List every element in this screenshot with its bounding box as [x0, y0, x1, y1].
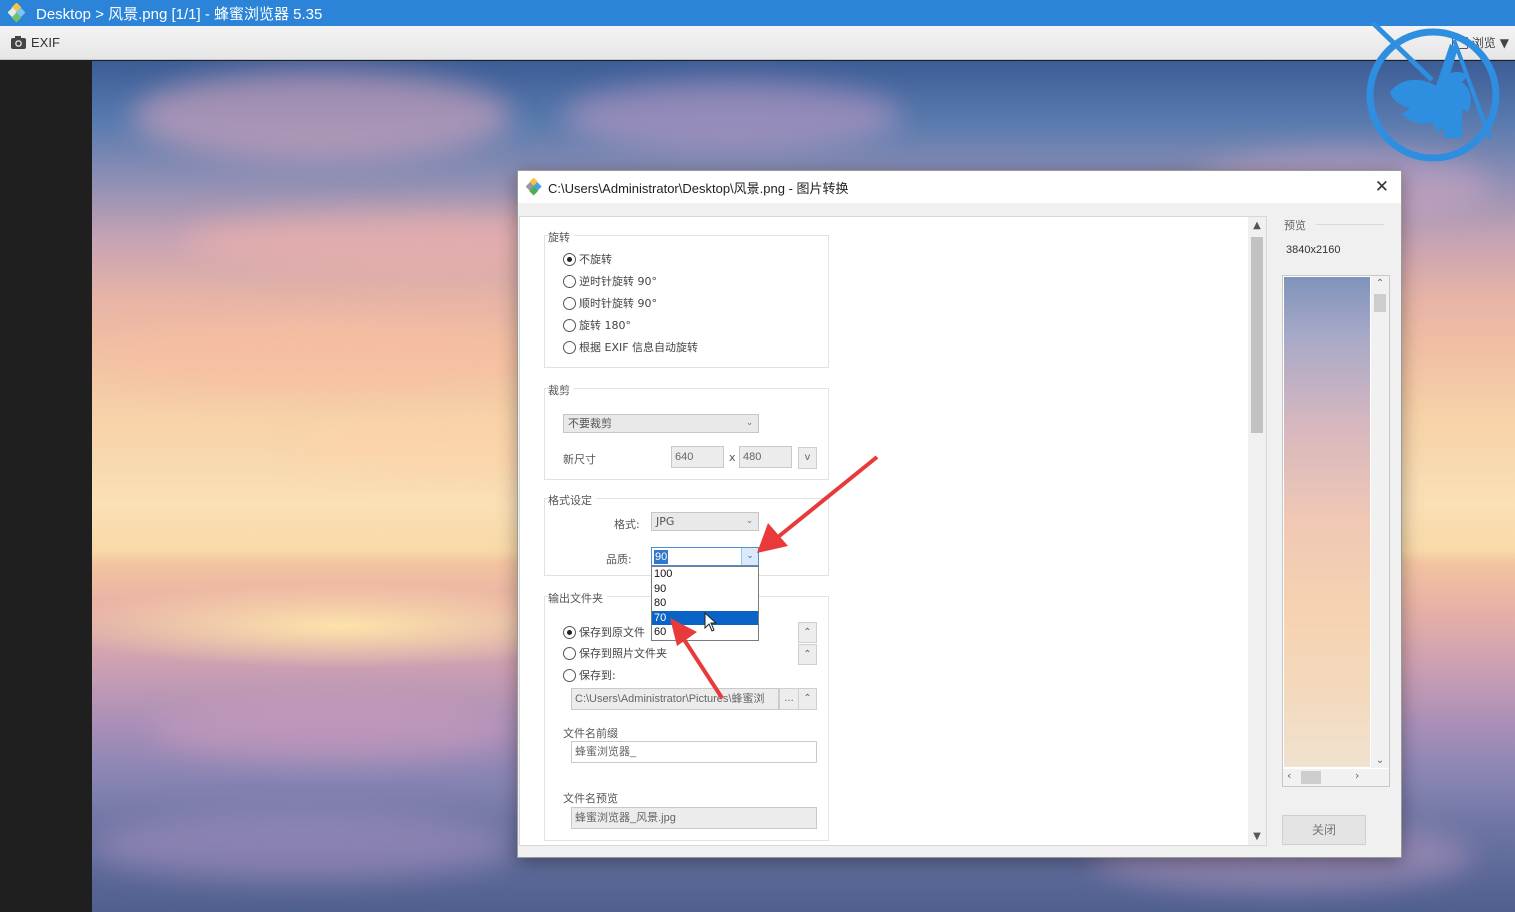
- image-convert-dialog: C:\Users\Administrator\Desktop\风景.png - …: [517, 170, 1402, 858]
- divider: [1316, 224, 1384, 225]
- radio[interactable]: [563, 668, 576, 682]
- format-settings-label: 格式设定: [548, 492, 596, 508]
- quality-option-90[interactable]: 90: [652, 582, 758, 597]
- quality-option-100[interactable]: 100: [652, 567, 758, 582]
- chevron-up-icon[interactable]: ⌃: [798, 644, 817, 665]
- radio[interactable]: [563, 646, 576, 660]
- radio[interactable]: [563, 318, 576, 332]
- chevron-up-icon[interactable]: ⌃: [1371, 278, 1389, 289]
- filename-prefix-label: 文件名前缀: [563, 727, 618, 740]
- chevron-down-icon: ⌄: [745, 516, 754, 526]
- save-to-custom[interactable]: 保存到:: [563, 667, 616, 683]
- chevron-down-icon: ⌄: [745, 418, 754, 428]
- dialog-title: C:\Users\Administrator\Desktop\风景.png - …: [548, 180, 849, 196]
- save-to-original[interactable]: 保存到原文件: [563, 624, 645, 640]
- save-to-photos[interactable]: 保存到照片文件夹: [563, 645, 667, 661]
- close-button[interactable]: 关闭: [1282, 815, 1366, 845]
- preview-image: [1284, 277, 1370, 767]
- app-title-bar: Desktop > 风景.png [1/1] - 蜂蜜浏览器 5.35: [0, 0, 1515, 26]
- rotate-option-180[interactable]: 旋转 180°: [563, 317, 631, 333]
- chevron-down-icon[interactable]: ⌄: [741, 548, 758, 565]
- scrollbar-thumb[interactable]: [1374, 294, 1386, 312]
- output-path-input[interactable]: C:\Users\Administrator\Pictures\蜂蜜浏: [571, 688, 779, 710]
- camera-icon: [11, 36, 26, 49]
- quality-select[interactable]: 90 ⌄: [651, 547, 759, 566]
- exif-label: EXIF: [31, 35, 60, 50]
- mouse-cursor-icon: [704, 612, 718, 632]
- filename-preview-label: 文件名预览: [563, 792, 618, 805]
- radio[interactable]: [563, 274, 576, 288]
- new-size-label: 新尺寸: [563, 453, 596, 466]
- toolbar: EXIF 浏览 ▼: [0, 26, 1515, 60]
- radio-checked[interactable]: [563, 625, 576, 639]
- rotate-label: 旋转: [548, 229, 574, 245]
- crop-height-input[interactable]: 480: [739, 446, 792, 468]
- settings-panel: ▲ ▼ 旋转 不旋转 逆时针旋转 90° 顺时针旋转 90° 旋转 180° 根…: [519, 216, 1267, 846]
- format-select[interactable]: JPG ⌄: [651, 512, 759, 531]
- quality-label: 品质:: [606, 553, 632, 566]
- quality-value: 90: [654, 550, 669, 564]
- chevron-right-icon[interactable]: ›: [1355, 769, 1359, 782]
- scroll-up-icon[interactable]: ▲: [1248, 220, 1266, 231]
- size-separator: x: [729, 451, 736, 464]
- browse-folder-button[interactable]: ...: [779, 688, 799, 710]
- chevron-left-icon[interactable]: ‹: [1287, 769, 1291, 782]
- app-logo-icon: [8, 3, 26, 23]
- scrollbar-thumb[interactable]: [1301, 771, 1321, 784]
- close-icon[interactable]: ✕: [1375, 177, 1389, 197]
- output-folder-label: 输出文件夹: [548, 590, 607, 606]
- preview-hscrollbar[interactable]: ‹ ›: [1283, 769, 1389, 786]
- preview-frame: ⌃ ⌄ ‹ ›: [1282, 275, 1390, 787]
- chevron-down-icon[interactable]: ⌄: [1371, 755, 1389, 766]
- radio-checked[interactable]: [563, 252, 576, 266]
- filename-prefix-input[interactable]: 蜂蜜浏览器_: [571, 741, 817, 763]
- chevron-up-icon[interactable]: ⌃: [798, 622, 817, 643]
- window-title: Desktop > 风景.png [1/1] - 蜂蜜浏览器 5.35: [36, 5, 323, 23]
- preview-label: 预览: [1284, 219, 1306, 232]
- exif-button[interactable]: EXIF: [10, 35, 60, 50]
- filename-preview-field: 蜂蜜浏览器_风景.jpg: [571, 807, 817, 829]
- left-panel: [0, 61, 92, 912]
- radio[interactable]: [563, 296, 576, 310]
- crop-label: 裁剪: [548, 382, 574, 398]
- crop-width-input[interactable]: 640: [671, 446, 724, 468]
- rotate-option-exif[interactable]: 根据 EXIF 信息自动旋转: [563, 339, 698, 355]
- rotate-option-cw90[interactable]: 顺时针旋转 90°: [563, 295, 657, 311]
- chevron-up-icon[interactable]: ⌃: [798, 688, 817, 710]
- settings-scrollbar[interactable]: ▲ ▼: [1248, 217, 1266, 845]
- scroll-down-icon[interactable]: ▼: [1248, 831, 1266, 842]
- quality-option-80[interactable]: 80: [652, 596, 758, 611]
- format-label: 格式:: [614, 518, 640, 531]
- dialog-app-icon: [526, 178, 542, 196]
- scrollbar-thumb[interactable]: [1251, 237, 1263, 433]
- size-preset-button[interactable]: v: [798, 447, 817, 469]
- dialog-title-bar: C:\Users\Administrator\Desktop\风景.png - …: [518, 171, 1401, 203]
- preview-vscrollbar[interactable]: ⌃ ⌄: [1371, 276, 1389, 768]
- preview-resolution: 3840x2160: [1286, 244, 1341, 256]
- radio[interactable]: [563, 340, 576, 354]
- rotate-option-ccw90[interactable]: 逆时针旋转 90°: [563, 273, 657, 289]
- rotate-option-none[interactable]: 不旋转: [563, 251, 612, 267]
- crop-mode-select[interactable]: 不要裁剪 ⌄: [563, 414, 759, 433]
- watermark-logo: [1366, 22, 1500, 162]
